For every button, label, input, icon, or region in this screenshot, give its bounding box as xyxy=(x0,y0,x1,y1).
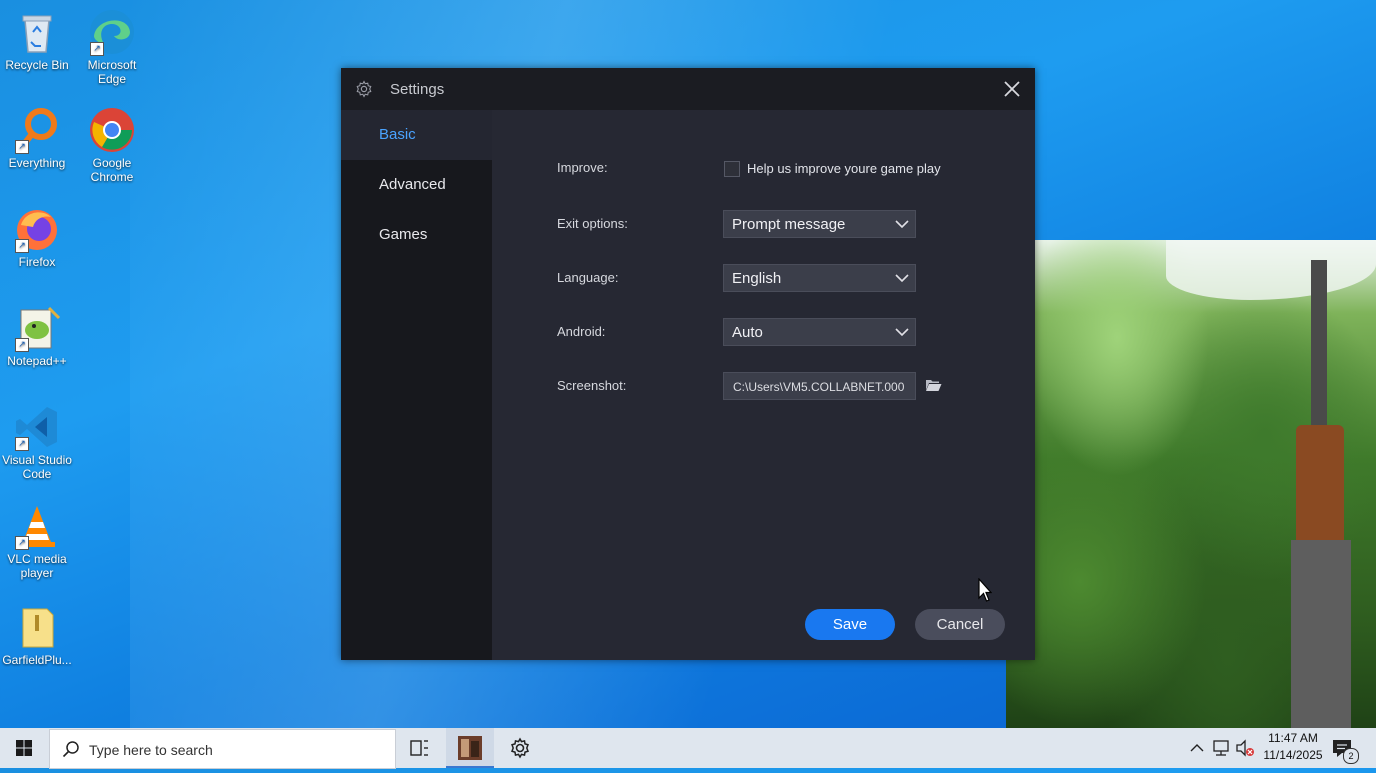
save-button[interactable]: Save xyxy=(805,609,895,640)
desktop-icon-firefox[interactable]: ↗ Firefox xyxy=(0,205,74,269)
network-tray-button[interactable] xyxy=(1210,728,1234,768)
volume-muted-icon xyxy=(1236,739,1254,757)
desktop-icon-edge[interactable]: ↗ Microsoft Edge xyxy=(75,8,149,86)
settings-sidebar: Basic Advanced Games xyxy=(341,110,492,660)
shortcut-arrow-icon: ↗ xyxy=(15,140,29,154)
taskbar-app-game[interactable] xyxy=(446,728,494,768)
desktop-icon-garfield[interactable]: GarfieldPlu... xyxy=(0,603,74,667)
sidebar-item-advanced[interactable]: Advanced xyxy=(341,160,492,210)
game-background-image xyxy=(1006,240,1376,728)
desktop-icon-recycle-bin[interactable]: Recycle Bin xyxy=(0,8,74,72)
shortcut-arrow-icon: ↗ xyxy=(15,338,29,352)
screenshot-label: Screenshot: xyxy=(557,378,627,393)
rifle-barrel xyxy=(1311,260,1327,430)
task-view-icon xyxy=(410,740,428,756)
notepadpp-icon: ↗ xyxy=(13,304,61,352)
taskbar-settings-button[interactable] xyxy=(496,728,544,768)
language-select[interactable]: English xyxy=(723,264,916,292)
vscode-icon: ↗ xyxy=(13,403,61,451)
chevron-down-icon xyxy=(895,274,909,283)
sidebar-item-games[interactable]: Games xyxy=(341,210,492,260)
search-placeholder: Type here to search xyxy=(89,742,213,758)
android-label: Android: xyxy=(557,324,606,339)
desktop-icon-chrome[interactable]: Google Chrome xyxy=(75,106,149,184)
windows-logo-icon xyxy=(16,740,32,756)
start-button[interactable] xyxy=(0,728,48,768)
gear-icon xyxy=(356,80,372,98)
cancel-button[interactable]: Cancel xyxy=(915,609,1005,640)
settings-gear-icon xyxy=(511,737,529,759)
firefox-icon: ↗ xyxy=(13,205,61,253)
vlc-icon: ↗ xyxy=(13,502,61,550)
settings-dialog: Settings Basic Advanced Games Improve: H… xyxy=(341,68,1035,660)
improve-checkbox-label[interactable]: Help us improve youre game play xyxy=(747,161,941,176)
zip-folder-icon xyxy=(13,603,61,651)
close-icon[interactable] xyxy=(1001,78,1023,100)
show-hidden-icons-button[interactable] xyxy=(1186,728,1208,768)
icon-label: Microsoft Edge xyxy=(87,58,137,86)
chevron-down-icon xyxy=(895,328,909,337)
screenshot-path-value: C:\Users\VM5.COLLABNET.000 xyxy=(733,380,905,394)
dialog-titlebar[interactable]: Settings xyxy=(341,68,1035,110)
icon-label: Firefox xyxy=(18,255,56,269)
sidebar-item-label: Games xyxy=(379,226,428,243)
sidebar-item-basic[interactable]: Basic xyxy=(341,110,492,160)
icon-label: VLC media player xyxy=(7,552,67,580)
sidebar-item-label: Basic xyxy=(379,126,416,143)
sky-patch xyxy=(1166,240,1376,300)
network-icon xyxy=(1213,740,1229,756)
desktop-icon-vlc[interactable]: ↗ VLC media player xyxy=(0,502,74,580)
clock-date: 11/14/2025 xyxy=(1263,748,1323,762)
language-label: Language: xyxy=(557,270,619,285)
sidebar-item-label: Advanced xyxy=(379,176,446,193)
volume-tray-button[interactable] xyxy=(1234,728,1258,768)
everything-icon: ↗ xyxy=(13,106,61,154)
taskbar-clock[interactable]: 11:47 AM 11/14/2025 xyxy=(1258,730,1328,764)
screenshot-path-field[interactable]: C:\Users\VM5.COLLABNET.000 xyxy=(723,372,916,400)
language-value: English xyxy=(732,270,782,287)
exit-options-value: Prompt message xyxy=(732,216,846,233)
icon-label: Google Chrome xyxy=(90,156,134,184)
icon-label: GarfieldPlu... xyxy=(2,653,72,667)
dialog-title: Settings xyxy=(390,81,445,98)
icon-label: Notepad++ xyxy=(7,354,67,368)
taskbar-search-box[interactable]: Type here to search xyxy=(49,729,396,769)
icon-label: Everything xyxy=(8,156,66,170)
android-select[interactable]: Auto xyxy=(723,318,916,346)
desktop-icon-everything[interactable]: ↗ Everything xyxy=(0,106,74,170)
chrome-icon xyxy=(88,106,136,154)
android-value: Auto xyxy=(732,324,763,341)
icon-label: Recycle Bin xyxy=(5,58,69,72)
shortcut-arrow-icon: ↗ xyxy=(15,239,29,253)
improve-checkbox[interactable] xyxy=(724,161,740,177)
rifle-body xyxy=(1291,540,1351,728)
edge-icon: ↗ xyxy=(88,8,136,56)
task-view-button[interactable] xyxy=(395,728,443,768)
chevron-up-icon xyxy=(1190,744,1204,752)
rifle-stock xyxy=(1296,425,1344,555)
notification-count-badge: 2 xyxy=(1343,748,1359,764)
exit-options-select[interactable]: Prompt message xyxy=(723,210,916,238)
mouse-cursor-icon xyxy=(978,578,992,602)
recycle-bin-icon xyxy=(13,8,61,56)
desktop-icon-notepadpp[interactable]: ↗ Notepad++ xyxy=(0,304,74,368)
taskbar: Type here to search 11:47 AM 11/14/2025 … xyxy=(0,728,1376,769)
search-icon xyxy=(62,741,79,758)
shortcut-arrow-icon: ↗ xyxy=(15,437,29,451)
folder-open-icon[interactable] xyxy=(925,378,942,392)
improve-label: Improve: xyxy=(557,160,608,175)
game-app-icon xyxy=(458,736,482,760)
exit-options-label: Exit options: xyxy=(557,216,628,231)
clock-time: 11:47 AM xyxy=(1268,731,1318,745)
chevron-down-icon xyxy=(895,220,909,229)
desktop-icon-vscode[interactable]: ↗ Visual Studio Code xyxy=(0,403,74,481)
icon-label: Visual Studio Code xyxy=(2,453,72,481)
shortcut-arrow-icon: ↗ xyxy=(15,536,29,550)
shortcut-arrow-icon: ↗ xyxy=(90,42,104,56)
